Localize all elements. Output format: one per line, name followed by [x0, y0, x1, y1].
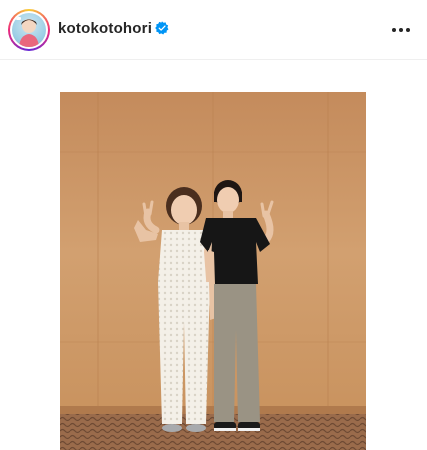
avatar-illustration	[16, 17, 39, 47]
post-photo[interactable]	[60, 92, 366, 450]
post-photo-image	[60, 92, 366, 450]
verified-badge-icon	[155, 21, 169, 35]
story-ring[interactable]	[8, 9, 50, 51]
more-options-button[interactable]	[391, 20, 411, 40]
username-link[interactable]: kotokotohori	[58, 20, 152, 37]
avatar[interactable]	[12, 13, 46, 47]
more-options-icon	[392, 28, 410, 32]
post-header: kotokotohori	[0, 0, 427, 60]
